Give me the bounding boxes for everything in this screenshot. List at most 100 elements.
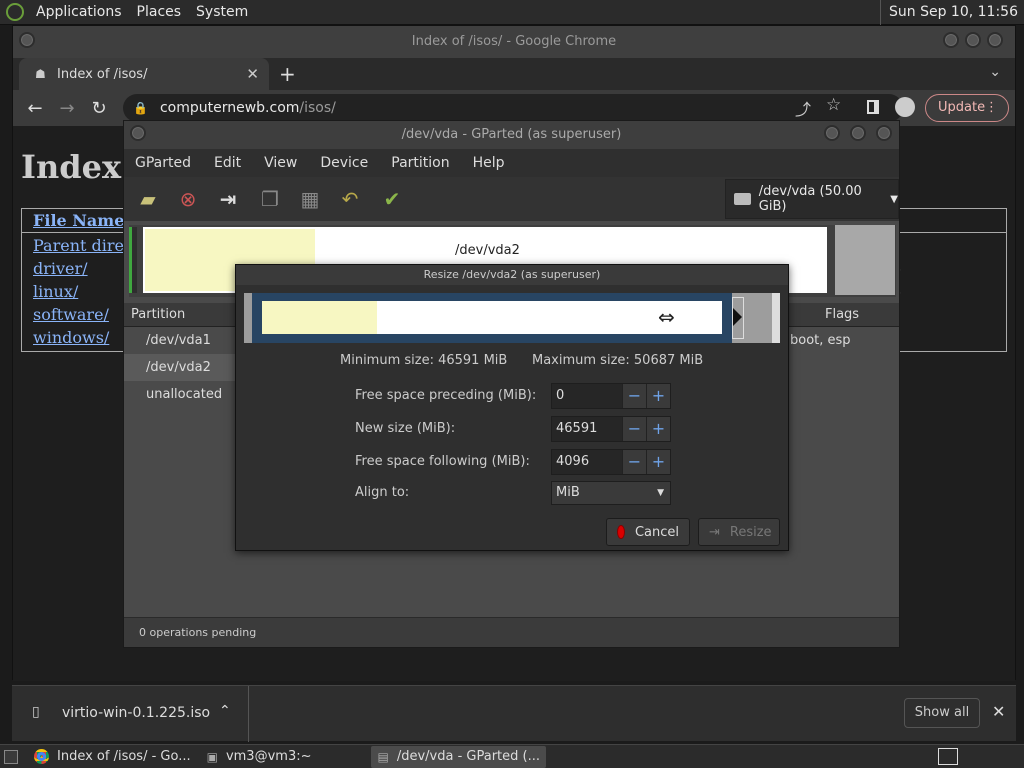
terminal-icon: ▣: [206, 749, 218, 764]
increment-icon[interactable]: +: [646, 384, 670, 408]
minimize-button[interactable]: [943, 32, 959, 48]
status-bar: 0 operations pending: [124, 617, 899, 647]
taskbar-item-terminal[interactable]: ▣ vm3@vm3:~: [201, 746, 318, 768]
free-space-following-input[interactable]: 4096: [552, 450, 622, 474]
profile-avatar-icon[interactable]: [895, 97, 915, 117]
undo-icon[interactable]: ↶: [336, 185, 364, 213]
side-panel-icon[interactable]: [867, 100, 879, 114]
align-to-select[interactable]: MiB ▼: [551, 481, 671, 505]
show-desktop-icon[interactable]: [4, 749, 18, 764]
new-tab-icon[interactable]: +: [279, 62, 296, 86]
gparted-toolbar: ▰ ⊗ ⇥ ❐ ▦ ↶ ✔ /dev/vda (50.00 GiB) ▼: [124, 177, 899, 221]
clock[interactable]: Sun Sep 10, 11:56: [880, 0, 1024, 25]
update-button[interactable]: Update ⋮: [925, 94, 1009, 122]
new-partition-icon[interactable]: ▰: [134, 185, 162, 213]
drive-icon: [734, 193, 751, 205]
resize-label: Resize: [729, 524, 772, 540]
apply-icon[interactable]: ✔: [378, 185, 406, 213]
resize-dialog: Resize /dev/vda2 (as superuser) ⇔ Minimu…: [235, 264, 789, 551]
maximize-button[interactable]: [965, 32, 981, 48]
menu-system[interactable]: System: [196, 4, 248, 20]
delete-partition-icon[interactable]: ⊗: [174, 185, 202, 213]
unallocated-block[interactable]: [835, 225, 895, 295]
maximize-button[interactable]: [850, 125, 866, 141]
new-size-input[interactable]: 46591: [552, 417, 622, 441]
decrement-icon[interactable]: −: [622, 417, 646, 441]
back-icon[interactable]: ←: [19, 98, 51, 119]
partition-row-unallocated[interactable]: unallocated: [124, 381, 236, 408]
decrement-icon[interactable]: −: [622, 450, 646, 474]
device-selector[interactable]: /dev/vda (50.00 GiB) ▼: [725, 179, 899, 219]
partition-fill[interactable]: ⇔: [262, 301, 722, 334]
file-name-column-header[interactable]: File Name: [33, 211, 124, 230]
update-label: Update: [938, 100, 986, 115]
tab-search-chevron-icon[interactable]: ⌄: [989, 64, 1001, 80]
tab-strip: ☗ Index of /isos/ ✕ + ⌄: [13, 58, 1015, 90]
free-space-preceding-spinner: 0 − +: [551, 383, 671, 409]
minimum-size-label: Minimum size: 46591 MiB: [340, 353, 508, 368]
taskbar-item-label: Index of /isos/ - Go...: [57, 749, 191, 764]
workspace-switcher-icon[interactable]: [938, 748, 958, 765]
close-button[interactable]: [876, 125, 892, 141]
link-windows[interactable]: windows/: [33, 328, 109, 347]
window-menu-button[interactable]: [130, 125, 146, 141]
menu-applications[interactable]: Applications: [36, 4, 122, 20]
increment-icon[interactable]: +: [646, 450, 670, 474]
forward-icon[interactable]: →: [51, 98, 83, 119]
close-button[interactable]: [987, 32, 1003, 48]
bookmark-star-icon[interactable]: ☆: [826, 95, 841, 115]
downloads-bar: ▯ virtio-win-0.1.225.iso ⌃ Show all ✕: [12, 685, 1016, 742]
taskbar-item-gparted[interactable]: ▤ /dev/vda - GParted (...: [371, 745, 546, 768]
download-filename[interactable]: virtio-win-0.1.225.iso: [62, 705, 210, 721]
gparted-titlebar: /dev/vda - GParted (as superuser): [124, 121, 899, 149]
column-partition[interactable]: Partition: [131, 307, 185, 322]
tab-close-icon[interactable]: ✕: [246, 65, 259, 83]
page-favicon-icon: ☗: [35, 67, 46, 81]
cancel-button[interactable]: Cancel: [606, 518, 690, 546]
copy-icon[interactable]: ❐: [256, 185, 284, 213]
tab-index-isos[interactable]: ☗ Index of /isos/ ✕: [19, 58, 269, 90]
kebab-menu-icon[interactable]: ⋮: [985, 95, 998, 121]
decrement-icon[interactable]: −: [622, 384, 646, 408]
menu-device[interactable]: Device: [320, 155, 368, 171]
lock-icon[interactable]: 🔒: [133, 101, 148, 115]
menu-help[interactable]: Help: [473, 155, 505, 171]
resize-handle-box[interactable]: [732, 297, 744, 339]
window-menu-button[interactable]: [19, 32, 35, 48]
partition-vda1-block[interactable]: [129, 227, 137, 293]
partition-block-label: /dev/vda2: [455, 243, 520, 258]
menu-places[interactable]: Places: [137, 4, 182, 20]
paste-icon[interactable]: ▦: [296, 185, 324, 213]
resize-button[interactable]: ⇥ Resize: [698, 518, 780, 546]
partition-row-vda2[interactable]: /dev/vda2: [124, 354, 236, 381]
free-space-preceding-input[interactable]: 0: [552, 384, 622, 408]
cancel-icon: [617, 525, 625, 539]
distro-logo-icon[interactable]: [6, 3, 24, 21]
link-software[interactable]: software/: [33, 305, 109, 324]
menu-gparted[interactable]: GParted: [135, 155, 191, 171]
resize-cursor-icon: ⇔: [658, 305, 675, 329]
show-all-button[interactable]: Show all: [904, 698, 980, 728]
top-panel: Applications Places System Sun Sep 10, 1…: [0, 0, 1024, 25]
flags-cell: boot, esp: [790, 333, 851, 348]
gparted-icon: ▤: [377, 749, 389, 764]
address-bar[interactable]: 🔒 computernewb.com/isos/: [123, 94, 903, 122]
new-size-spinner: 46591 − +: [551, 416, 671, 442]
menu-view[interactable]: View: [264, 155, 297, 171]
column-flags[interactable]: Flags: [825, 307, 859, 322]
resize-graphic: ⇔: [244, 293, 780, 343]
link-linux[interactable]: linux/: [33, 282, 78, 301]
align-to-label: Align to:: [355, 485, 410, 500]
increment-icon[interactable]: +: [646, 417, 670, 441]
resize-move-icon[interactable]: ⇥: [214, 185, 242, 213]
taskbar-item-chrome[interactable]: Index of /isos/ - Go...: [28, 746, 197, 768]
reload-icon[interactable]: ↻: [83, 98, 115, 119]
menu-partition[interactable]: Partition: [391, 155, 449, 171]
link-driver[interactable]: driver/: [33, 259, 88, 278]
partition-row-vda1[interactable]: /dev/vda1: [124, 327, 236, 354]
minimize-button[interactable]: [824, 125, 840, 141]
download-chevron-up-icon[interactable]: ⌃: [219, 703, 231, 719]
share-icon[interactable]: ⤴: [795, 96, 811, 120]
close-downloads-icon[interactable]: ✕: [992, 702, 1005, 721]
menu-edit[interactable]: Edit: [214, 155, 241, 171]
